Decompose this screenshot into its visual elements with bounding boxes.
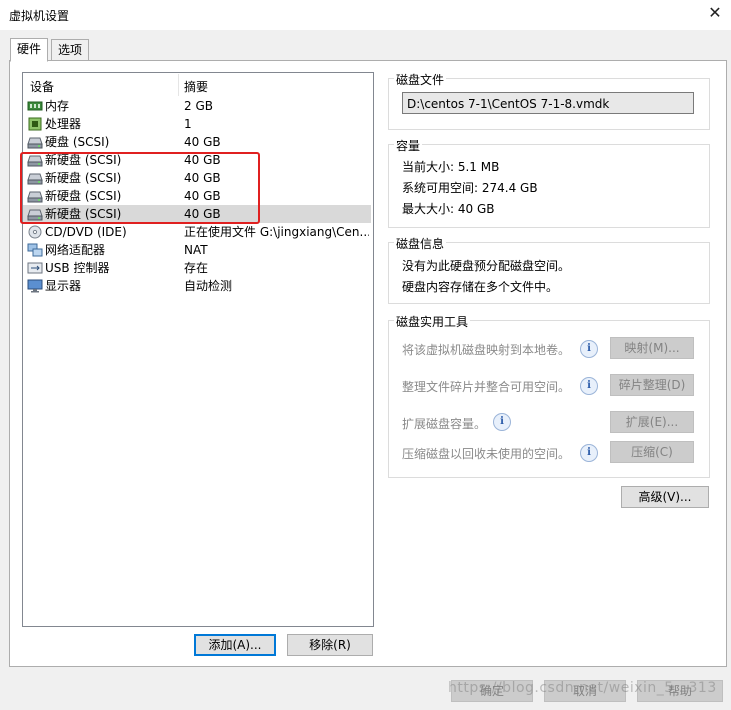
disk-file-path-field[interactable]: D:\centos 7-1\CentOS 7-1-8.vmdk (402, 92, 694, 114)
device-row[interactable]: USB 控制器 存在 (23, 259, 371, 277)
device-row[interactable]: 显示器 自动检测 (23, 277, 371, 295)
free-space-text: 系统可用空间: 274.4 GB (402, 181, 538, 195)
disk-utilities-group-title: 磁盘实用工具 (394, 313, 471, 330)
column-header-device[interactable]: 设备 (30, 78, 54, 95)
network-adapter-icon (27, 243, 43, 257)
max-size-text: 最大大小: 40 GB (402, 202, 495, 216)
device-name: 网络适配器 (45, 243, 106, 257)
capacity-group-title: 容量 (394, 137, 423, 154)
expand-description: 扩展磁盘容量。 (402, 417, 487, 431)
current-size-text: 当前大小: 5.1 MB (402, 160, 500, 174)
compact-description: 压缩磁盘以回收未使用的空间。 (402, 447, 571, 461)
device-row[interactable]: 内存 2 GB (23, 97, 371, 115)
display-icon (27, 279, 43, 293)
tab-hardware[interactable]: 硬件 (10, 38, 49, 62)
defrag-button[interactable]: 碎片整理(D) (610, 374, 694, 396)
hard-disk-icon (27, 135, 43, 149)
column-divider (178, 74, 179, 96)
disk-info-line-2: 硬盘内容存储在多个文件中。 (402, 280, 559, 294)
watermark-text: https://blog.csdn.net/weixin_5...313 (448, 680, 717, 696)
expand-info-icon[interactable]: i (493, 413, 511, 431)
expand-button[interactable]: 扩展(E)... (610, 411, 694, 433)
annotation-highlight-box (20, 152, 260, 224)
map-description: 将该虚拟机磁盘映射到本地卷。 (402, 343, 571, 357)
device-row[interactable]: 处理器 1 (23, 115, 371, 133)
disk-info-group-title: 磁盘信息 (394, 235, 447, 252)
memory-icon (27, 99, 43, 113)
device-row[interactable]: 硬盘 (SCSI) 40 GB (23, 133, 371, 151)
compact-button[interactable]: 压缩(C) (610, 441, 694, 463)
device-summary: NAT (184, 243, 208, 257)
defrag-info-icon[interactable]: i (580, 377, 598, 395)
device-summary: 存在 (184, 261, 209, 275)
device-summary: 1 (184, 117, 192, 131)
window-title: 虚拟机设置 (9, 9, 70, 23)
disk-info-line-1: 没有为此硬盘预分配磁盘空间。 (402, 259, 571, 273)
device-row[interactable]: CD/DVD (IDE) 正在使用文件 G:\jingxiang\Cen... (23, 223, 371, 241)
device-name: 硬盘 (SCSI) (45, 135, 110, 149)
column-header-summary[interactable]: 摘要 (184, 78, 208, 95)
advanced-button[interactable]: 高级(V)... (621, 486, 709, 508)
device-name: 显示器 (45, 279, 82, 293)
tab-options[interactable]: 选项 (51, 39, 90, 61)
device-summary: 2 GB (184, 99, 213, 113)
add-device-button[interactable]: 添加(A)... (194, 634, 276, 656)
device-name: 处理器 (45, 117, 82, 131)
device-name: USB 控制器 (45, 261, 110, 275)
remove-device-button[interactable]: 移除(R) (287, 634, 373, 656)
device-summary: 自动检测 (184, 279, 233, 293)
usb-icon (27, 261, 43, 275)
compact-info-icon[interactable]: i (580, 444, 598, 462)
map-button[interactable]: 映射(M)... (610, 337, 694, 359)
title-bar (0, 0, 731, 30)
close-icon[interactable]: ✕ (706, 4, 724, 22)
cpu-icon (27, 117, 43, 131)
cd-dvd-icon (27, 225, 43, 239)
disk-file-group-title: 磁盘文件 (394, 71, 447, 88)
map-info-icon[interactable]: i (580, 340, 598, 358)
defrag-description: 整理文件碎片并整合可用空间。 (402, 380, 571, 394)
device-summary: 40 GB (184, 135, 221, 149)
device-row[interactable]: 网络适配器 NAT (23, 241, 371, 259)
device-name: 内存 (45, 99, 70, 113)
device-name: CD/DVD (IDE) (45, 225, 127, 239)
device-summary: 正在使用文件 G:\jingxiang\Cen... (184, 225, 369, 239)
